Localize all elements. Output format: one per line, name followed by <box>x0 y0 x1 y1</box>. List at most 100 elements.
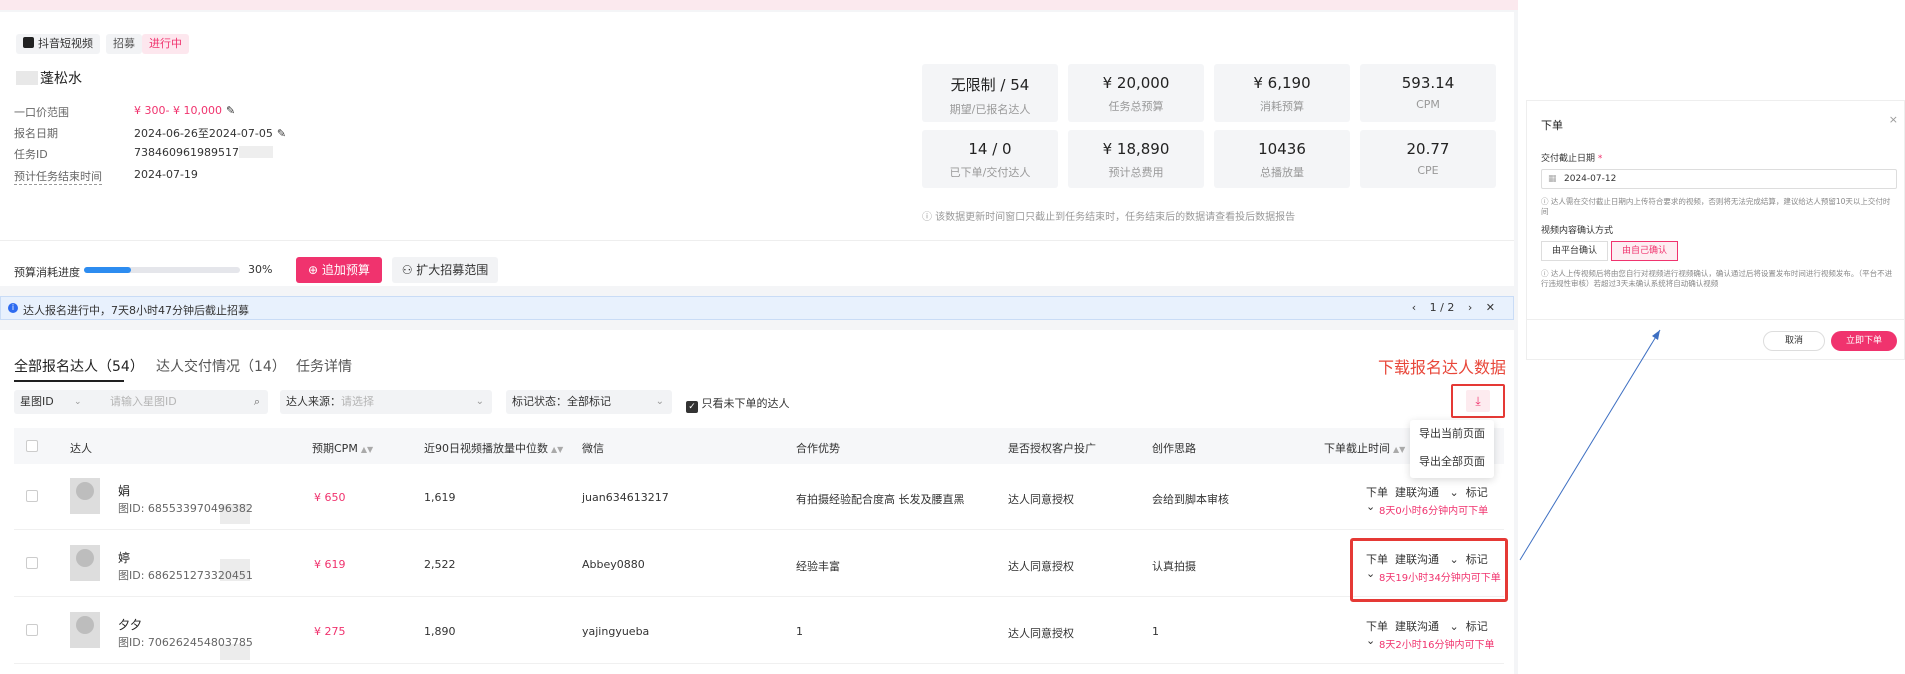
platform-tag: 抖音短视频 <box>16 34 100 54</box>
order-button[interactable]: 下单 <box>1366 486 1388 499</box>
option-self-confirm[interactable]: 由自己确认 <box>1611 241 1679 261</box>
order-modal: 下单 × 交付截止日期 * ▦ 2024-07-12 ⓘ 达人需在交付截止日期内上… <box>1518 0 1905 674</box>
only-unordered-toggle[interactable]: ✓ 只看未下单的达人 <box>686 395 790 413</box>
cell-advantage: 1 <box>796 625 803 638</box>
modal-title: 下单 <box>1541 119 1563 132</box>
cell-wechat: Abbey0880 <box>582 558 645 571</box>
star-id-input[interactable]: 请输入星图ID <box>110 390 177 414</box>
talent-name[interactable]: 婷 <box>118 549 130 566</box>
cell-idea: 1 <box>1152 625 1159 638</box>
order-button[interactable]: 下单 <box>1366 620 1388 633</box>
order-countdown: 8天2小时16分钟内可下单 <box>1379 640 1495 651</box>
add-budget-button[interactable]: ⊕ 追加预算 <box>296 257 382 283</box>
cell-cpm: ¥ 275 <box>314 625 346 638</box>
col-advantage: 合作优势 <box>796 442 840 455</box>
cell-auth: 达人同意授权 <box>1008 493 1074 506</box>
talent-name[interactable]: 娟 <box>118 482 130 499</box>
mark-status-select[interactable]: 标记状态：全部标记 ⌄ <box>506 390 672 414</box>
star-id-select[interactable]: 星图ID <box>20 390 54 414</box>
cell-wechat: yajingyueba <box>582 625 650 638</box>
check-icon[interactable]: ✓ <box>686 401 698 413</box>
tab-task-detail[interactable]: 任务详情 <box>296 356 352 376</box>
order-modal-panel: 下单 × 交付截止日期 * ▦ 2024-07-12 ⓘ 达人需在交付截止日期内上… <box>1526 100 1905 360</box>
deadline-note: ⓘ 达人需在交付截止日期内上传符合要求的视频，否则将无法完成结算，建议给达人预留… <box>1541 197 1891 216</box>
budget-progress-label: 预算消耗进度 <box>14 266 80 279</box>
order-countdown: 8天0小时6分钟内可下单 <box>1379 506 1489 517</box>
col-idea: 创作思路 <box>1152 442 1196 455</box>
export-menu: 导出当前页面 导出全部页面 <box>1410 420 1494 478</box>
export-all-pages[interactable]: 导出全部页面 <box>1410 448 1494 476</box>
col-cpm[interactable]: 预期CPM ▲▼ <box>312 440 373 456</box>
table-row: 婷 图ID: 686251273320451 ¥ 619 2,522 Abbey… <box>14 531 1504 597</box>
deadline-date-picker[interactable]: ▦ 2024-07-12 <box>1541 169 1897 189</box>
metrics-note: ⓘ 该数据更新时间窗口只截止到任务结束时，任务结束后的数据请查看投后数据报告 <box>922 212 1296 223</box>
active-tab-underline <box>14 380 124 382</box>
cell-auth: 达人同意授权 <box>1008 627 1074 640</box>
task-id-label: 任务ID <box>14 148 48 161</box>
metric-card: 10436 总播放量 <box>1214 130 1350 188</box>
talent-name[interactable]: 夕夕 <box>118 616 142 633</box>
sort-icon[interactable]: ▲▼ <box>1393 445 1405 454</box>
price-range-label: 一口价范围 <box>14 106 69 119</box>
sort-icon[interactable]: ▲▼ <box>361 445 373 454</box>
banner-text: 达人报名进行中，7天8小时47分钟后截止招募 <box>23 304 249 317</box>
cell-auth: 达人同意授权 <box>1008 560 1074 573</box>
task-title: 蓬松水 <box>16 68 82 88</box>
table-row: 娟 图ID: 685533970496382 ¥ 650 1,619 juan6… <box>14 464 1504 530</box>
row-checkbox[interactable] <box>26 490 38 502</box>
option-platform-confirm[interactable]: 由平台确认 <box>1541 241 1609 261</box>
top-strip <box>0 0 1518 10</box>
download-icon[interactable]: ⤓ <box>1466 390 1490 412</box>
budget-progress-bar <box>84 267 240 273</box>
star-id-search[interactable]: 星图ID ⌄ 请输入星图ID ⌕ <box>14 390 268 414</box>
cancel-button[interactable]: 取消 <box>1763 331 1825 351</box>
col-auth: 是否授权客户投广 <box>1008 442 1096 455</box>
confirm-mode-note: ⓘ 达人上传视频后将由您自行对视频进行视频确认，确认通过后将设置发布时间进行视频… <box>1541 269 1893 288</box>
download-button-highlight: ⤓ <box>1451 384 1505 418</box>
deadline-label: 交付截止日期 * <box>1541 154 1603 164</box>
close-icon[interactable]: ✕ <box>1486 301 1495 314</box>
plus-icon: ⊕ <box>308 263 322 277</box>
col-plays[interactable]: 近90日视频播放量中位数 ▲▼ <box>424 440 563 456</box>
close-icon[interactable]: × <box>1889 113 1898 126</box>
contact-button[interactable]: 建联沟通 ⌄ <box>1395 620 1459 633</box>
recruit-tag: 招募 <box>106 34 142 54</box>
end-time-label: 预计任务结束时间 <box>14 170 102 185</box>
edit-icon[interactable]: ✎ <box>226 104 235 117</box>
tab-all-talents[interactable]: 全部报名达人（54） <box>14 356 144 376</box>
row-checkbox[interactable] <box>26 557 38 569</box>
signup-date-value: 2024-06-26至2024-07-05 ✎ <box>134 127 287 140</box>
status-badge: 进行中 <box>142 34 189 54</box>
confirm-order-button[interactable]: 立即下单 <box>1831 331 1897 351</box>
edit-icon[interactable]: ✎ <box>277 127 286 140</box>
search-icon[interactable]: ⌕ <box>254 390 260 414</box>
next-icon[interactable]: › <box>1468 301 1472 314</box>
avatar <box>70 545 100 581</box>
cell-advantage: 有拍摄经验配合度高 长发及腰直黑 <box>796 493 965 506</box>
cell-wechat: juan634613217 <box>582 491 669 504</box>
metric-card: ¥ 18,890 预计总费用 <box>1068 130 1204 188</box>
divider <box>0 240 1514 241</box>
redacted-block <box>16 71 38 85</box>
cell-idea: 认真拍摄 <box>1152 560 1196 573</box>
cell-idea: 会给到脚本审核 <box>1152 493 1229 506</box>
cell-plays: 1,619 <box>424 491 456 504</box>
redacted-block <box>238 146 273 158</box>
select-all-checkbox[interactable] <box>26 440 38 452</box>
price-range-value: ¥ 300- ¥ 10,000 ✎ <box>134 104 236 117</box>
export-current-page[interactable]: 导出当前页面 <box>1410 420 1494 448</box>
tab-delivery[interactable]: 达人交付情况（14） <box>156 356 286 376</box>
sort-icon[interactable]: ▲▼ <box>551 445 563 454</box>
row-checkbox[interactable] <box>26 624 38 636</box>
signup-date-label: 报名日期 <box>14 127 58 140</box>
info-icon: i <box>8 303 18 313</box>
chevron-down-icon: ⌄ <box>655 396 664 407</box>
prev-icon[interactable]: ‹ <box>1412 301 1416 314</box>
task-card: 抖音短视频 招募 进行中 蓬松水 一口价范围 ¥ 300- ¥ 10,000 ✎ … <box>0 12 1514 286</box>
expand-recruit-button[interactable]: ⚇ 扩大招募范围 <box>392 257 498 283</box>
cell-advantage: 经验丰富 <box>796 560 840 573</box>
source-select[interactable]: 达人来源：请选择 ⌄ <box>280 390 492 414</box>
col-deadline[interactable]: 下单截止时间 ▲▼ <box>1324 440 1405 456</box>
contact-button[interactable]: 建联沟通 ⌄ <box>1395 486 1459 499</box>
table-header: 达人 预期CPM ▲▼ 近90日视频播放量中位数 ▲▼ 微信 合作优势 是否授权客户… <box>14 428 1504 464</box>
